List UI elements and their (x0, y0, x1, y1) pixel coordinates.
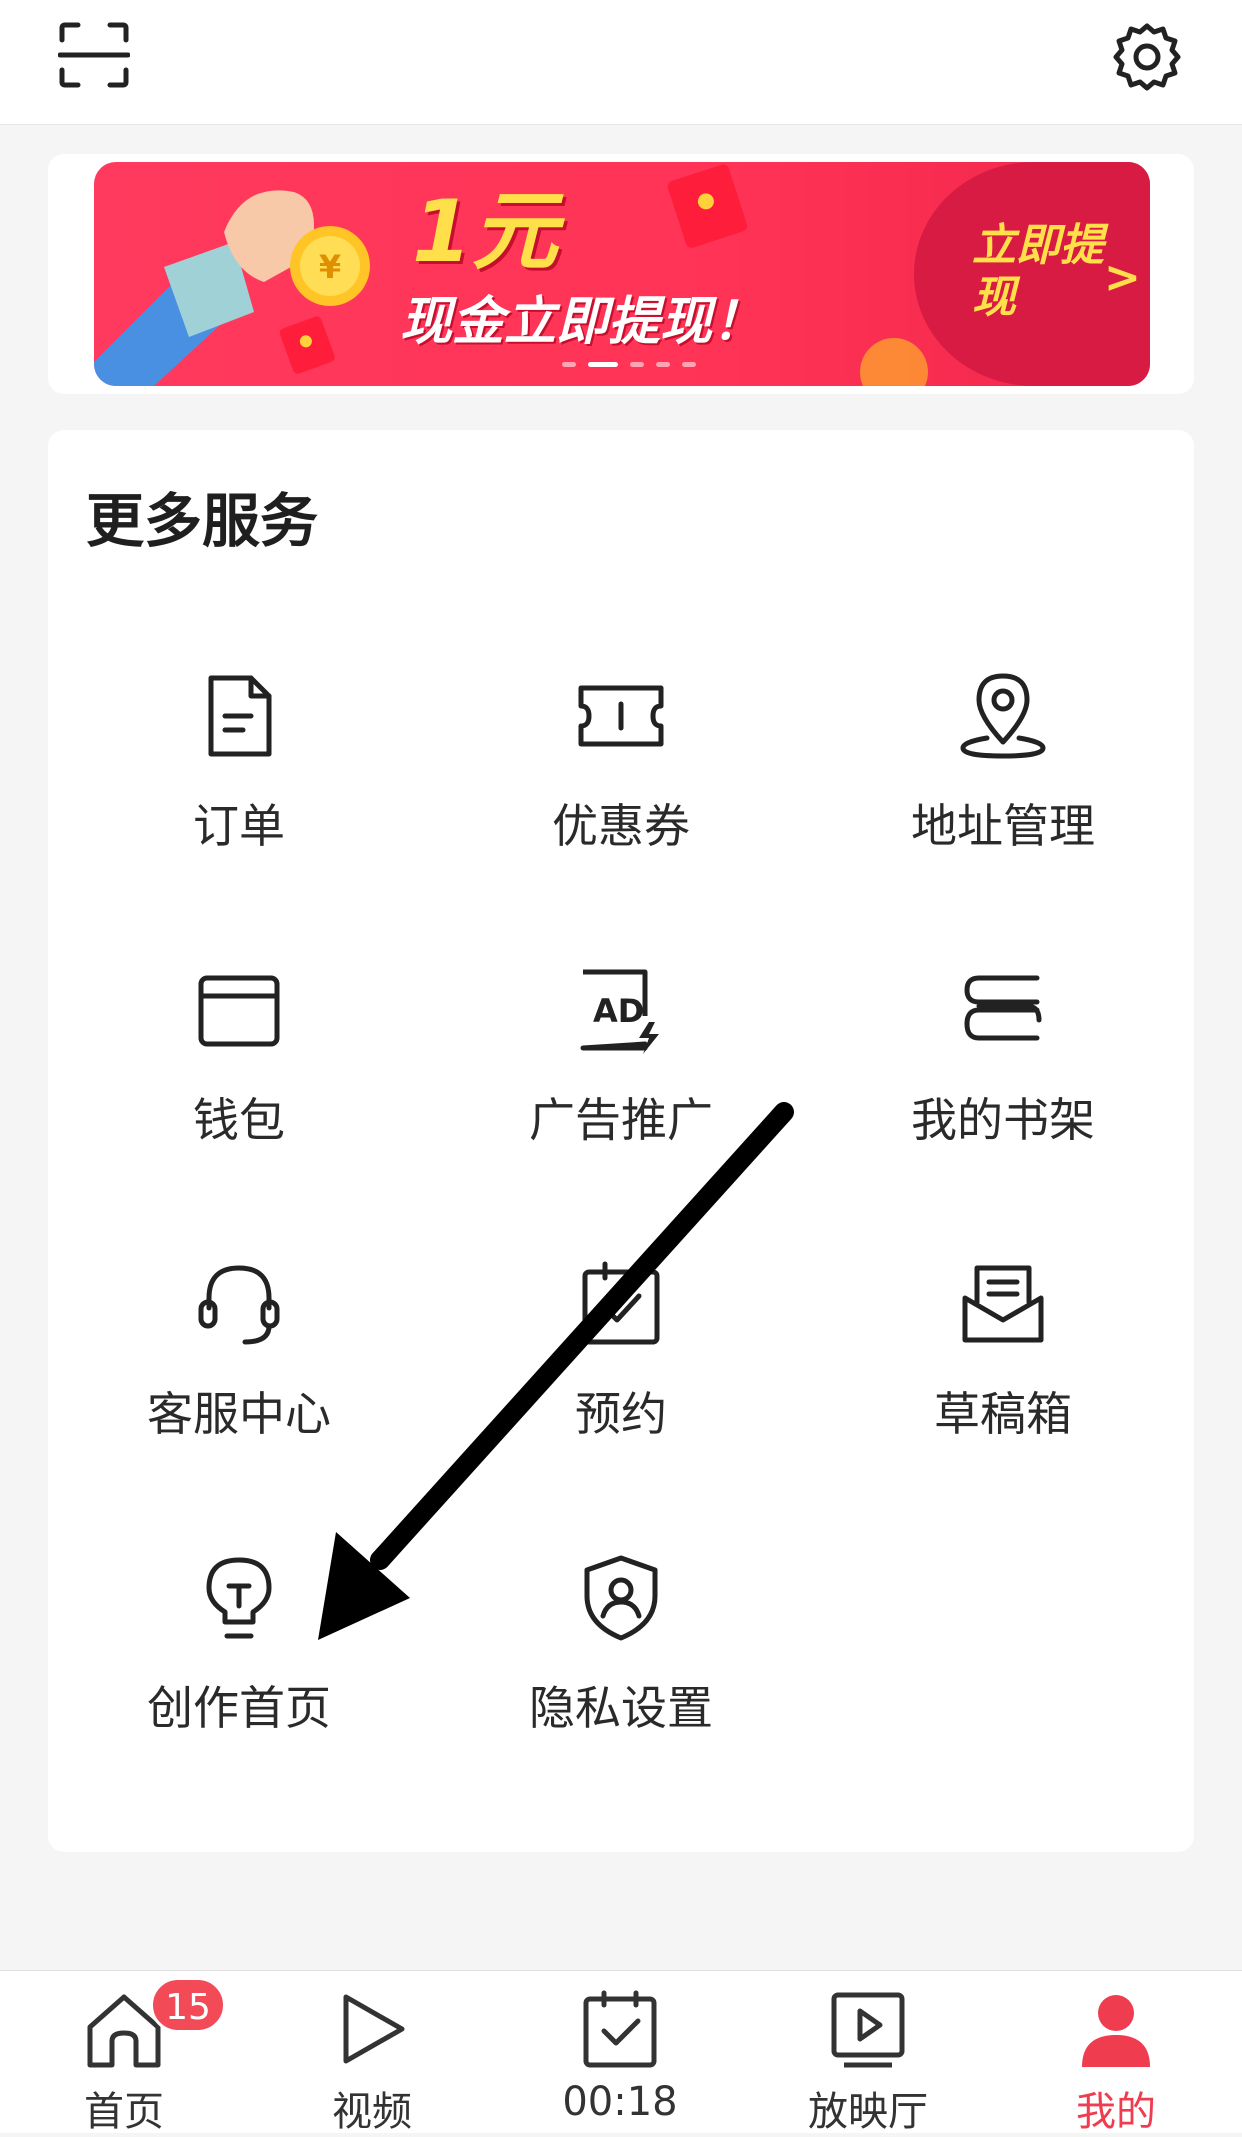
carousel-dot (682, 362, 696, 367)
service-label: 客服中心 (147, 1387, 331, 1441)
tab-label: 视频 (332, 2089, 412, 2135)
gear-icon[interactable] (1112, 22, 1182, 92)
tab-home[interactable]: 15 首页 (0, 1971, 248, 2135)
service-label: 预约 (575, 1387, 667, 1441)
scan-icon[interactable] (58, 22, 130, 88)
service-address[interactable]: 地址管理 (812, 670, 1194, 964)
section-title: 更多服务 (86, 487, 319, 555)
notification-badge: 15 (150, 1977, 226, 2033)
service-label: 广告推广 (529, 1093, 713, 1147)
shield-user-icon (584, 1555, 658, 1641)
carousel-indicator (562, 362, 696, 367)
user-icon (1082, 1995, 1150, 2067)
wallet-icon (198, 975, 280, 1047)
service-label: 创作首页 (147, 1681, 331, 1735)
service-ad-promotion[interactable]: AD 广告推广 (430, 964, 812, 1258)
ad-promotion-icon: AD (580, 969, 659, 1054)
bookshelf-icon (964, 975, 1042, 1041)
service-label: 隐私设置 (529, 1681, 713, 1735)
banner-card: ¥ 1元 现金立即提现！ 立即提现 > (48, 154, 1194, 394)
tab-checkin-timer[interactable]: 00:18 (496, 1971, 744, 2133)
carousel-dot (630, 362, 644, 367)
service-bookshelf[interactable]: 我的书架 (812, 964, 1194, 1258)
service-orders[interactable]: 订单 (48, 670, 430, 964)
play-icon (343, 1994, 405, 2064)
promo-banner[interactable]: ¥ 1元 现金立即提现！ 立即提现 > (94, 162, 1150, 386)
order-document-icon (208, 675, 272, 757)
draft-inbox-icon (962, 1265, 1044, 1343)
location-pin-icon (960, 673, 1046, 759)
service-customer-center[interactable]: 客服中心 (48, 1258, 430, 1552)
service-label: 草稿箱 (934, 1387, 1072, 1441)
service-label: 优惠券 (552, 799, 690, 853)
calendar-check-icon (583, 1990, 657, 2068)
carousel-dot (562, 362, 576, 367)
tab-label: 00:18 (562, 2079, 678, 2125)
carousel-dot-active (588, 362, 618, 367)
service-creator-home[interactable]: 创作首页 (48, 1552, 430, 1846)
banner-cta-panel[interactable]: 立即提现 > (914, 162, 1150, 386)
banner-amount: 1元 (412, 182, 558, 282)
calendar-check-icon (582, 1261, 660, 1345)
service-privacy-settings[interactable]: 隐私设置 (430, 1552, 812, 1846)
bottom-tab-bar: 15 首页 视频 00:18 放映厅 我的 (0, 1970, 1242, 2135)
coupon-ticket-icon (578, 685, 664, 747)
tab-label: 首页 (84, 2089, 164, 2135)
tab-video[interactable]: 视频 (248, 1971, 496, 2135)
service-label: 订单 (193, 799, 285, 853)
banner-cta-text: 立即提现 (972, 220, 1104, 323)
more-services-card: 更多服务 订单 优惠券 地址管理 钱包 AD 广告推广 我的书架 客服中心 预约… (48, 430, 1194, 1852)
service-coupons[interactable]: 优惠券 (430, 670, 812, 964)
service-reservation[interactable]: 预约 (430, 1258, 812, 1552)
banner-subtitle: 现金立即提现！ (400, 292, 765, 352)
tab-mine[interactable]: 我的 (992, 1971, 1240, 2135)
svg-text:¥: ¥ (319, 248, 341, 286)
screen-play-icon (831, 1992, 905, 2068)
top-bar (0, 0, 1242, 125)
tab-label: 放映厅 (808, 2089, 928, 2135)
lightbulb-icon (206, 1557, 272, 1639)
service-wallet[interactable]: 钱包 (48, 964, 430, 1258)
chevron-right-icon: > (1104, 252, 1141, 303)
headset-icon (198, 1265, 280, 1345)
carousel-dot (656, 362, 670, 367)
tab-screening-hall[interactable]: 放映厅 (744, 1971, 992, 2135)
tab-label: 我的 (1076, 2089, 1156, 2135)
svg-text:AD: AD (593, 992, 644, 1030)
service-drafts[interactable]: 草稿箱 (812, 1258, 1194, 1552)
service-label: 我的书架 (911, 1093, 1095, 1147)
service-label: 地址管理 (911, 799, 1095, 853)
service-label: 钱包 (193, 1093, 285, 1147)
